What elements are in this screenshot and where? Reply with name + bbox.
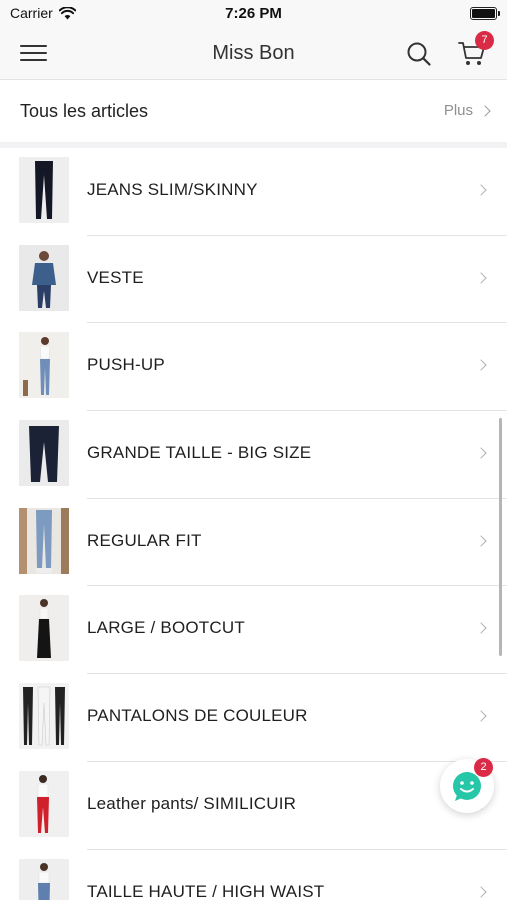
section-title: Tous les articles [20, 101, 149, 121]
chevron-right-icon [475, 359, 487, 372]
chevron-right-icon [475, 885, 487, 898]
chevron-right-icon [475, 535, 487, 547]
chevron-right-icon [475, 272, 487, 284]
category-item-leather[interactable]: Leather pants/ SIMILICUIR [0, 762, 507, 850]
more-link[interactable]: Plus [443, 102, 491, 119]
category-item-high-waist[interactable]: TAILLE HAUTE / HIGH WAIST [0, 850, 507, 900]
category-label: PANTALONS DE COULEUR [87, 706, 308, 726]
chevron-right-icon [475, 710, 487, 722]
category-item-push-up[interactable]: PUSH-UP [0, 323, 507, 412]
chevron-right-icon [479, 104, 491, 117]
chat-badge: 2 [474, 758, 493, 777]
category-thumbnail [19, 244, 69, 311]
battery-icon [470, 7, 500, 20]
category-label: Leather pants/ SIMILICUIR [87, 793, 297, 813]
category-label: JEANS SLIM/SKINNY [87, 180, 258, 199]
scroll-indicator[interactable] [499, 418, 502, 656]
category-item-veste[interactable]: VESTE [0, 236, 507, 324]
category-item-regular-fit[interactable]: REGULAR FIT [0, 499, 507, 587]
category-thumbnail [19, 507, 69, 574]
category-thumbnail [19, 858, 69, 900]
category-label: GRANDE TAILLE - BIG SIZE [87, 443, 312, 463]
category-list: JEANS SLIM/SKINNY VESTE PUSH-UP GRANDE T… [0, 148, 507, 900]
category-thumbnail [19, 595, 69, 662]
category-label: PUSH-UP [87, 355, 165, 375]
chevron-right-icon [475, 622, 487, 635]
category-thumbnail [19, 770, 69, 837]
cart-badge: 7 [475, 31, 494, 50]
search-icon[interactable] [405, 40, 433, 68]
chevron-right-icon [475, 184, 487, 196]
more-label: Plus [443, 102, 473, 119]
category-thumbnail [19, 332, 69, 399]
category-item-jeans-slim[interactable]: JEANS SLIM/SKINNY [0, 148, 507, 236]
chevron-right-icon [475, 447, 487, 459]
category-thumbnail [19, 420, 69, 487]
category-thumbnail [19, 683, 69, 750]
status-time: 7:26 PM [225, 5, 282, 22]
category-label: TAILLE HAUTE / HIGH WAIST [87, 881, 325, 900]
category-label: REGULAR FIT [87, 530, 202, 550]
category-label: LARGE / BOOTCUT [87, 618, 245, 638]
section-header: Tous les articles Plus [0, 80, 507, 142]
category-item-grande-taille[interactable]: GRANDE TAILLE - BIG SIZE [0, 411, 507, 499]
category-label: VESTE [87, 267, 144, 287]
nav-bar: Miss Bon 7 [0, 28, 507, 80]
category-thumbnail [19, 157, 69, 223]
category-item-couleur[interactable]: PANTALONS DE COULEUR [0, 674, 507, 762]
category-item-bootcut[interactable]: LARGE / BOOTCUT [0, 586, 507, 675]
status-bar: Carrier 7:26 PM [0, 0, 507, 28]
